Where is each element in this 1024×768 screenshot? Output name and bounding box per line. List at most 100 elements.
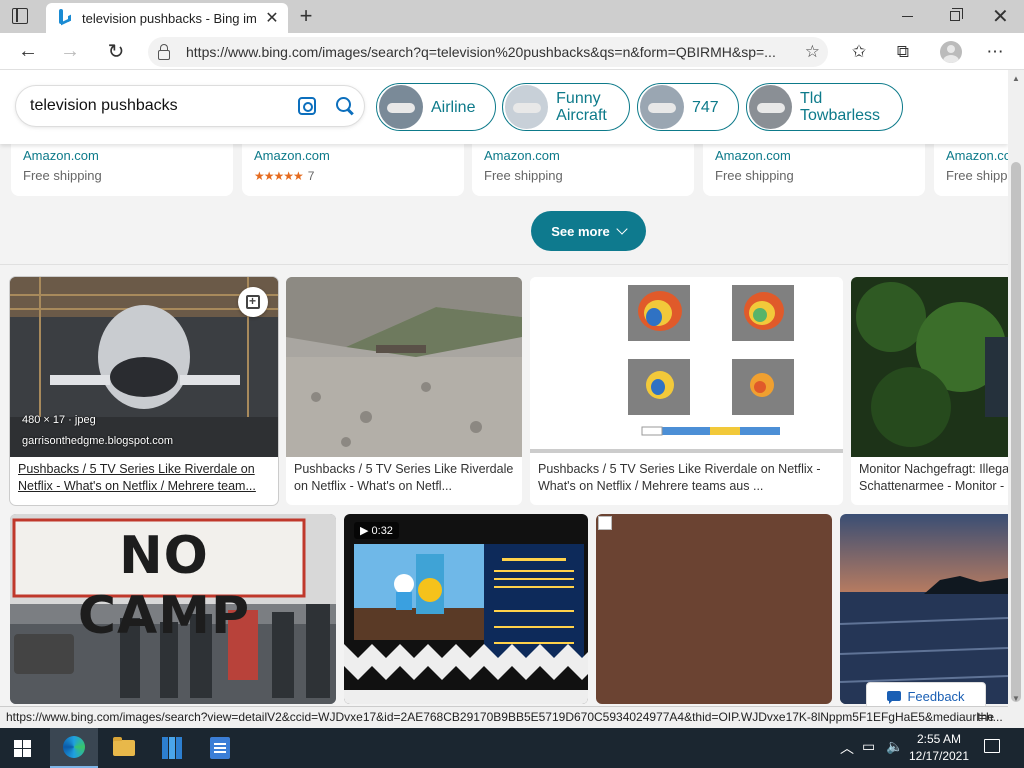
app-icon [210,737,230,759]
chip-thumbnail [379,85,423,129]
caption-line: Pushbacks / 5 TV Series Like Riverdale [294,462,514,476]
rating-count: 7 [307,169,315,183]
new-tab-icon[interactable]: + [294,3,318,29]
page-content: television pushbacks Airline Funny Aircr… [0,70,1008,710]
favorites-icon[interactable]: ✩ [848,41,870,63]
chip-thumbnail [640,85,684,129]
status-bar-link-preview: https://www.bing.com/images/search?view=… [0,706,1008,728]
related-chip-747[interactable]: 747 [637,83,739,131]
address-bar[interactable]: https://www.bing.com/images/search?q=tel… [148,37,828,67]
close-tab-icon[interactable]: ✕ [264,8,280,28]
result-caption[interactable]: Pushbacks / 5 TV Series Like Riverdale o… [18,461,256,495]
caption-line: Schattenarmee - Monitor - D [859,479,1008,493]
image-result[interactable]: 480 × 17 · jpeg garrisonthedgme.blogspot… [10,277,278,505]
result-caption[interactable]: Pushbacks / 5 TV Series Like Riverdale on… [294,461,513,495]
restore-window-icon[interactable] [950,8,963,21]
shipping-info: Free shipping [946,168,1008,183]
tab-actions-icon[interactable] [12,8,28,24]
back-arrow-icon[interactable]: ← [14,37,42,65]
taskbar-edge-app[interactable] [50,728,98,768]
scroll-up-arrow-icon[interactable]: ▲ [1012,74,1020,83]
vertical-scrollbar[interactable]: ▲ ▼ [1008,70,1024,728]
shopping-card[interactable]: Amazon.com Free shipping [472,144,694,196]
image-result[interactable] [840,514,1008,704]
taskbar-app-4[interactable] [196,728,244,768]
taskbar-file-explorer-app[interactable] [100,728,148,768]
search-input[interactable]: television pushbacks [30,97,298,115]
add-favorite-icon[interactable]: ☆ [805,42,820,62]
image-result[interactable]: Pushbacks / 5 TV Series Like Riverdale o… [530,277,843,505]
result-thumbnail [851,277,1008,457]
sticky-search-header: television pushbacks Airline Funny Aircr… [0,70,1008,144]
image-result[interactable]: Pushbacks / 5 TV Series Like Riverdale on… [286,277,522,505]
vendor-name: Amazon.com [946,148,1008,163]
sign-text: NO CAMP [77,526,251,646]
scroll-down-arrow-icon[interactable]: ▼ [1012,694,1020,703]
vendor-name: Amazon.com [484,148,560,163]
forward-arrow-icon[interactable]: → [56,37,84,65]
visual-search-icon[interactable] [298,97,316,115]
status-url: https://www.bing.com/images/search?view=… [6,710,1003,724]
shopping-card[interactable]: Amazon.com Free shipping [703,144,925,196]
shipping-info: Free shipping [715,168,794,183]
caption-line: What's on Netflix / Mehrere teams aus ..… [538,479,764,493]
url-text[interactable]: https://www.bing.com/images/search?q=tel… [186,44,786,60]
taskbar-app-3[interactable] [148,728,196,768]
shopping-row: Amazon.com Free shipping Amazon.com ★★★★… [0,144,1008,198]
feedback-icon [887,691,902,704]
scrollbar-thumb[interactable] [1011,162,1021,702]
result-caption[interactable]: Pushbacks / 5 TV Series Like Riverdale o… [538,461,821,495]
app-icon [162,737,182,759]
search-box[interactable]: television pushbacks [16,86,364,126]
tab-bar: television pushbacks - Bing images ✕ + ✕ [0,0,1024,33]
image-source-label: garrisonthedgme.blogspot.com [22,435,174,447]
image-result[interactable]: ▶ 0:32 [344,514,588,704]
tab-title: television pushbacks - Bing images [82,10,256,26]
collections-icon[interactable]: ⧉ [892,41,914,63]
related-chip-airline[interactable]: Airline [376,83,496,131]
shipping-info: Free shipping [484,168,563,183]
result-caption[interactable]: Monitor Nachgefragt: Illegal Schattenarme… [859,461,1008,495]
see-more-button[interactable]: See more [531,211,646,251]
windows-start-icon[interactable] [14,740,31,757]
result-thumbnail [344,514,588,704]
chip-label: Airline [431,98,476,116]
notifications-icon[interactable] [984,739,1000,753]
see-more-label: See more [551,223,610,239]
chip-thumbnail [749,85,793,129]
shopping-card[interactable]: Amazon.com ★★★★★ 7 [242,144,464,196]
active-tab[interactable]: television pushbacks - Bing images ✕ [46,3,288,33]
close-window-icon[interactable]: ✕ [992,4,1009,29]
vendor-name: Amazon.com [715,148,791,163]
volume-muted-icon[interactable]: 🔈 [886,738,903,755]
chevron-down-icon [616,223,628,235]
result-thumbnail [286,277,522,457]
chevron-up-icon[interactable]: ︿ [840,738,854,758]
image-result[interactable]: NO CAMP [10,514,336,704]
result-thumbnail [530,277,843,457]
shipping-info: Free shipping [23,168,102,183]
navigation-bar: ← → ↻ https://www.bing.com/images/search… [0,33,1024,70]
image-result[interactable] [596,514,832,704]
clock-time: 2:55 AM [916,732,962,746]
chip-thumbnail [505,85,549,129]
caption-line: Monitor Nachgefragt: Illegal [859,462,1008,476]
related-chip-funny-aircraft[interactable]: Funny Aircraft [502,83,630,131]
more-options-icon[interactable]: ⋯ [984,41,1006,63]
add-to-collection-button[interactable] [238,287,268,317]
profile-avatar[interactable] [940,41,962,63]
chip-label: Tld Towbarless [800,90,881,124]
caption-line: Pushbacks / 5 TV Series Like Riverdale o… [18,462,255,476]
search-icon[interactable] [336,97,354,115]
shopping-card[interactable]: Amazon.com Free shipping [11,144,233,196]
system-clock[interactable]: 2:55 AM 12/17/2021 [904,731,974,765]
caption-line: Pushbacks / 5 TV Series Like Riverdale o… [538,462,821,476]
refresh-icon[interactable]: ↻ [102,37,130,65]
related-chip-tld-towbarless[interactable]: Tld Towbarless [746,83,903,131]
divider [0,264,1008,265]
shopping-card[interactable]: Amazon.com Free shipping [934,144,1008,196]
minimize-window-icon[interactable] [902,16,913,17]
network-icon[interactable]: ▭ [862,738,875,755]
chip-label: Funny Aircraft [556,90,607,124]
image-result[interactable]: Monitor Nachgefragt: Illegal Schattenarme… [851,277,1008,505]
